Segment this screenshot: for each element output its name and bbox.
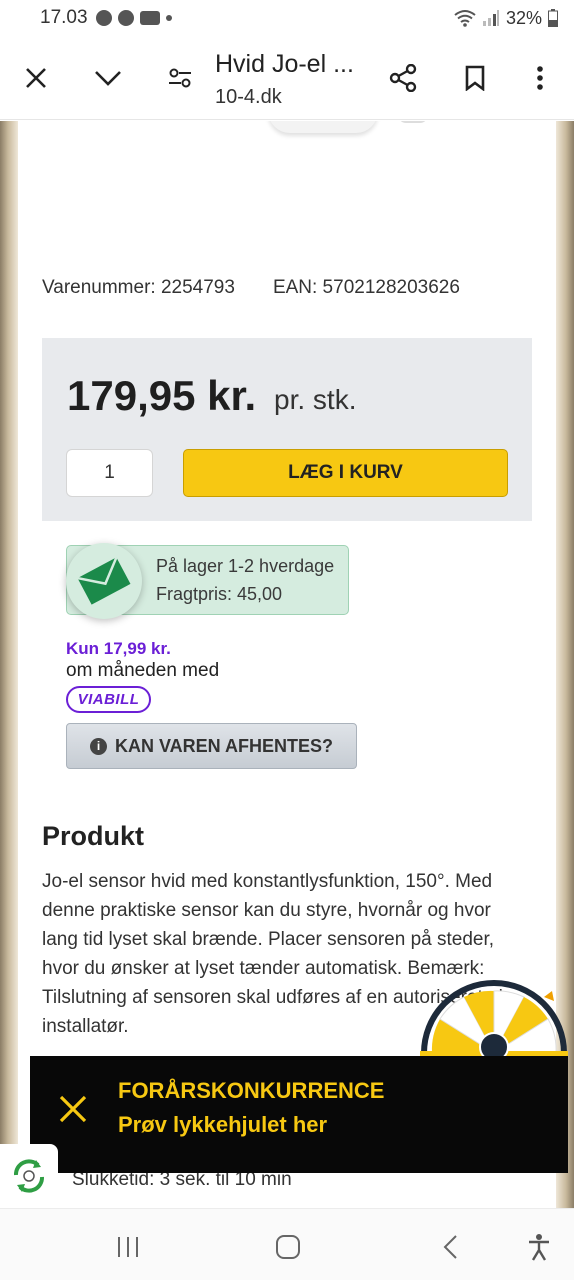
info-icon: i <box>89 737 107 755</box>
page-url[interactable]: 10-4.dk <box>215 86 282 109</box>
recycle-icon <box>14 1159 44 1193</box>
promo-banner[interactable]: FORÅRSKONKURRENCE Prøv lykkehjulet her <box>30 1056 568 1173</box>
browser-toolbar: Hvid Jo-el ... 10-4.dk <box>0 36 574 120</box>
notification-app-icon <box>117 10 134 26</box>
share-button[interactable] <box>383 58 423 98</box>
ean-number: EAN: 5702128203626 <box>272 277 460 298</box>
product-price: 179,95 kr. <box>67 372 257 419</box>
signal-icon <box>482 10 499 26</box>
accessibility-button[interactable] <box>521 1229 557 1265</box>
tune-icon <box>169 68 191 88</box>
share-icon <box>389 64 417 92</box>
more-vertical-icon <box>537 66 543 90</box>
product-meta: Varenummer: 2254793 EAN: 5702128203626 <box>42 277 460 299</box>
recent-apps-icon <box>118 1237 138 1257</box>
recent-apps-button[interactable] <box>110 1229 146 1265</box>
pickup-availability-button[interactable]: i KAN VAREN AFHENTES? <box>66 723 357 769</box>
status-right: 32% <box>454 8 558 29</box>
system-nav-bar <box>0 1208 574 1280</box>
more-notifications-icon <box>165 15 172 21</box>
accessibility-icon <box>529 1234 549 1261</box>
bookmark-icon <box>465 65 485 91</box>
stock-availability: På lager 1-2 hverdage <box>156 556 335 576</box>
product-image <box>268 121 378 133</box>
status-bar: 17.03 32% <box>0 0 574 36</box>
battery-icon <box>548 9 558 27</box>
add-to-cart-button[interactable]: LÆG I KURV <box>183 449 508 497</box>
shipping-price: Fragtpris: 45,00 <box>156 584 283 604</box>
description-heading: Produkt <box>42 821 145 851</box>
viabill-price: Kun 17,99 kr. <box>66 639 171 658</box>
status-time: 17.03 <box>40 7 88 28</box>
battery-percent: 32% <box>505 7 542 28</box>
price-unit: pr. stk. <box>274 384 357 415</box>
promo-title: FORÅRSKONKURRENCE <box>118 1078 385 1103</box>
minimize-button[interactable] <box>88 58 128 98</box>
close-icon <box>26 68 46 88</box>
price-box: 179,95 kr. pr. stk. 1 LÆG I KURV <box>42 338 532 521</box>
back-icon <box>443 1235 457 1259</box>
notification-app-icon <box>95 10 112 26</box>
stock-badge <box>66 543 142 619</box>
home-icon <box>276 1235 300 1259</box>
wifi-icon <box>454 10 476 27</box>
site-settings-button[interactable] <box>160 58 200 98</box>
product-image-detail <box>398 121 428 123</box>
quantity-input[interactable]: 1 <box>66 449 153 497</box>
close-tab-button[interactable] <box>16 58 56 98</box>
sustainability-badge[interactable] <box>0 1144 58 1208</box>
notification-icons <box>95 10 172 26</box>
back-button[interactable] <box>432 1229 468 1265</box>
youtube-icon <box>139 11 160 25</box>
bookmark-button[interactable] <box>455 58 495 98</box>
promo-subtitle[interactable]: Prøv lykkehjulet her <box>118 1112 327 1138</box>
chevron-down-icon <box>95 71 121 86</box>
more-options-button[interactable] <box>520 58 560 98</box>
viabill-text: om måneden med <box>66 660 220 681</box>
envelope-icon <box>77 556 131 605</box>
pickup-button-label: KAN VAREN AFHENTES? <box>114 735 333 756</box>
prize-wheel[interactable] <box>420 975 568 1062</box>
item-number: Varenummer: 2254793 <box>42 277 235 298</box>
close-icon <box>59 1095 87 1123</box>
viabill-logo[interactable]: VIABILL <box>66 686 151 713</box>
home-button[interactable] <box>270 1229 306 1265</box>
page-title: Hvid Jo-el ... <box>215 50 354 78</box>
promo-close-button[interactable] <box>56 1092 90 1126</box>
prize-wheel-icon <box>420 980 568 1062</box>
